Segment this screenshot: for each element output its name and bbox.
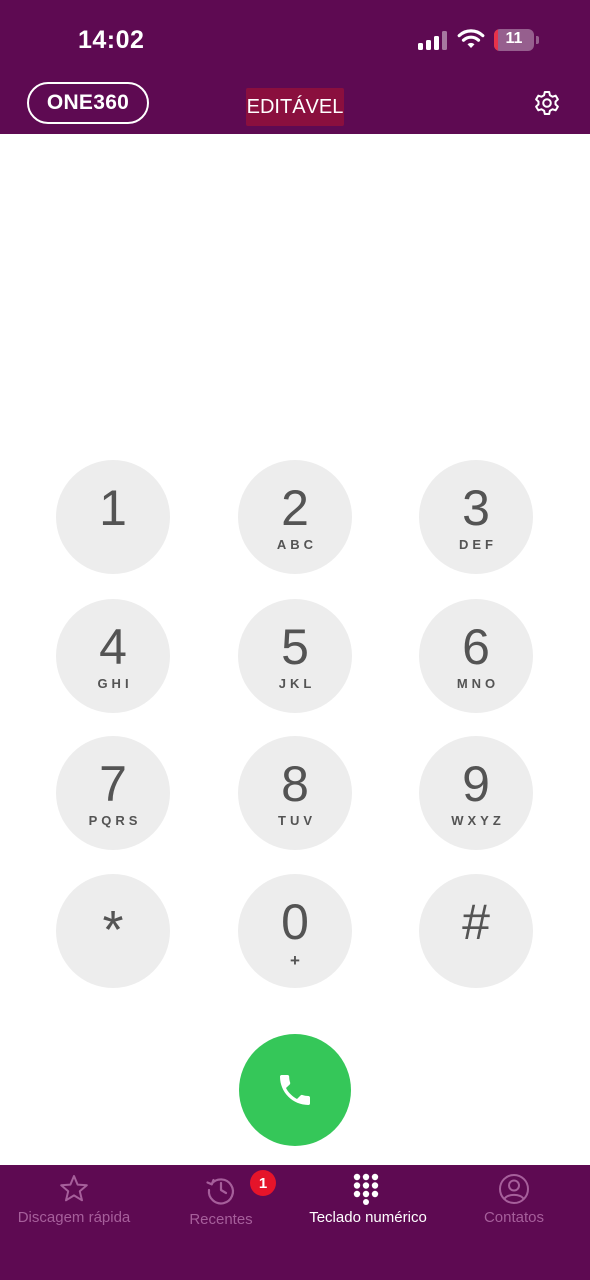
tab-label: Contatos [483, 1209, 545, 1226]
tab-label: Recentes [189, 1211, 253, 1228]
key-3[interactable]: 3 DEF [419, 460, 533, 574]
cellular-signal-icon [418, 31, 448, 50]
key-9[interactable]: 9 WXYZ [419, 736, 533, 850]
key-digit: 4 [99, 619, 127, 675]
key-1[interactable]: 1 [56, 460, 170, 574]
key-letters: + [290, 951, 300, 970]
tab-keypad[interactable]: Teclado numérico [303, 1165, 433, 1245]
key-5[interactable]: 5 JKL [238, 599, 352, 713]
key-hash[interactable]: # [419, 874, 533, 988]
key-7[interactable]: 7 PQRS [56, 736, 170, 850]
history-icon [206, 1178, 234, 1205]
key-digit: # [462, 894, 490, 950]
key-digit: 1 [99, 480, 127, 536]
wifi-icon [457, 29, 485, 48]
key-letters: PQRS [88, 813, 142, 828]
tab-contacts[interactable]: Contatos [474, 1165, 554, 1245]
key-digit: 2 [281, 480, 309, 536]
key-letters [111, 537, 115, 551]
key-digit: 3 [462, 480, 490, 536]
key-letters: DEF [459, 537, 497, 552]
key-8[interactable]: 8 TUV [238, 736, 352, 850]
battery-indicator: 11 [494, 29, 534, 51]
key-letters: TUV [278, 813, 316, 828]
keypad-icon [353, 1173, 379, 1205]
tab-bar: Discagem rápida Recentes Teclado numéric… [0, 1165, 590, 1280]
key-digit: 6 [462, 619, 490, 675]
recents-badge: 1 [250, 1170, 276, 1196]
phone-icon [280, 1075, 310, 1105]
tab-label: Teclado numérico [309, 1209, 427, 1226]
tab-speed-dial[interactable]: Discagem rápida [14, 1165, 134, 1245]
battery-tip [536, 36, 539, 44]
star-icon [60, 1175, 88, 1202]
gear-icon[interactable] [533, 89, 561, 117]
key-digit: 5 [281, 619, 309, 675]
key-0[interactable]: 0 + [238, 874, 352, 988]
call-button[interactable] [239, 1034, 351, 1146]
key-letters [111, 962, 115, 976]
status-time: 14:02 [78, 26, 145, 54]
key-digit: * [102, 900, 124, 960]
key-digit: 0 [281, 894, 309, 950]
key-6[interactable]: 6 MNO [419, 599, 533, 713]
battery-level: 11 [505, 30, 523, 47]
key-4[interactable]: 4 GHI [56, 599, 170, 713]
key-digit: 7 [99, 756, 127, 812]
key-letters: GHI [97, 676, 133, 691]
mode-badge: EDITÁVEL [246, 88, 344, 126]
key-letters: MNO [456, 676, 500, 691]
key-letters: WXYZ [451, 813, 505, 828]
key-digit: 9 [462, 756, 490, 812]
key-letters [474, 951, 478, 965]
key-digit: 8 [281, 756, 309, 812]
app-header: 14:02 11 ONE360 EDITÁVEL [0, 0, 590, 134]
brand-button[interactable]: ONE360 [27, 82, 149, 124]
key-letters: JKL [278, 676, 316, 691]
key-letters: ABC [276, 537, 318, 552]
key-2[interactable]: 2 ABC [238, 460, 352, 574]
tab-label: Discagem rápida [17, 1209, 131, 1226]
key-star[interactable]: * [56, 874, 170, 988]
contact-icon [499, 1174, 529, 1204]
